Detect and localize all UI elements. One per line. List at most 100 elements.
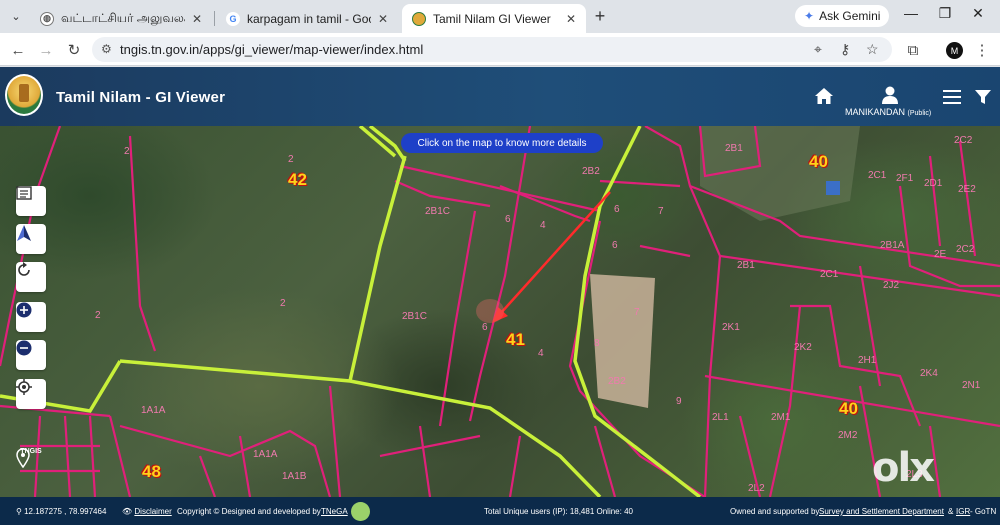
google-icon: G (226, 11, 240, 26)
subdivision-label[interactable]: 7 (658, 206, 664, 217)
tab-title: Tamil Nilam GI Viewer (433, 11, 551, 26)
browser-tab-2[interactable]: G karpagam in tamil - Google Sea ✕ (216, 4, 398, 33)
close-tab-icon[interactable]: ✕ (192, 12, 202, 26)
subdivision-label[interactable]: 2C1 (868, 170, 886, 181)
map-canvas[interactable]: 42 41 40 40 48 2 2 2 2 2B1C 2B1C 6 4 6 4… (0, 126, 1000, 497)
subdivision-label[interactable]: 6 (505, 214, 511, 225)
survey-number-label[interactable]: 48 (142, 462, 161, 482)
subdivision-label[interactable]: 6 (612, 240, 618, 251)
owned-by-text: Owned and supported by (730, 507, 820, 516)
browser-tab-1[interactable]: ◍ வட்டாட்சியர் அலுவலக ஜ ✕ (30, 4, 212, 33)
filter-icon[interactable] (975, 89, 991, 105)
survey-number-label[interactable]: 40 (809, 152, 828, 172)
close-tab-icon[interactable]: ✕ (566, 12, 576, 26)
address-bar[interactable]: ⚙ tngis.tn.gov.in/apps/gi_viewer/map-vie… (92, 37, 892, 62)
user-name-text: MANIKANDAN (845, 107, 906, 117)
user-icon[interactable] (880, 85, 900, 105)
hamburger-menu-icon[interactable] (942, 89, 962, 105)
subdivision-label[interactable]: 2B1 (725, 143, 743, 154)
subdivision-label[interactable]: 2 (124, 146, 130, 157)
url-text[interactable]: tngis.tn.gov.in/apps/gi_viewer/map-viewe… (120, 42, 423, 57)
subdivision-label[interactable]: 2N1 (962, 380, 980, 391)
igr-link[interactable]: IGR (956, 507, 970, 516)
home-icon[interactable] (814, 87, 834, 105)
subdivision-label[interactable]: 6 (482, 322, 488, 333)
subdivision-label[interactable]: 9 (676, 396, 682, 407)
subdivision-label[interactable]: 1A1A (253, 449, 277, 460)
subdivision-label[interactable]: 2E (934, 249, 946, 260)
profile-avatar[interactable]: M (946, 42, 963, 59)
subdivision-label[interactable]: 2K1 (722, 322, 740, 333)
subdivision-label[interactable]: 2C2 (956, 244, 974, 255)
bookmark-star-icon[interactable]: ☆ (866, 41, 879, 58)
subdivision-label[interactable]: 6 (614, 204, 620, 215)
disclaimer-link[interactable]: 👁 Disclaimer (122, 507, 172, 516)
zoom-out-button[interactable] (16, 340, 46, 370)
subdivision-label[interactable]: 2 (95, 310, 101, 321)
subdivision-label[interactable]: 2B2 (582, 166, 600, 177)
browser-tab-3-active[interactable]: Tamil Nilam GI Viewer ✕ (402, 4, 586, 33)
browser-menu-icon[interactable]: ⋮ (972, 40, 992, 60)
minimize-icon[interactable]: — (901, 5, 921, 21)
forward-icon[interactable]: → (36, 40, 56, 60)
subdivision-label[interactable]: 4 (540, 220, 546, 231)
subdivision-label[interactable]: 2F1 (896, 173, 913, 184)
subdivision-label[interactable]: 2D1 (924, 178, 942, 189)
subdivision-label[interactable]: 2L2 (748, 483, 765, 494)
tab-separator (214, 11, 215, 26)
refresh-map-button[interactable] (16, 262, 46, 292)
map-pin-icon (16, 448, 30, 468)
new-tab-button[interactable]: + (590, 6, 610, 27)
subdivision-label[interactable]: 2B1C (425, 206, 450, 217)
survey-dept-link[interactable]: Survey and Settlement Department (819, 507, 944, 516)
ask-gemini-button[interactable]: ✦ Ask Gemini (795, 5, 890, 27)
subdivision-label[interactable]: 4 (538, 348, 544, 359)
locate-icon (16, 379, 32, 395)
tab-search-button[interactable]: ⌄ (6, 6, 26, 26)
subdivision-label[interactable]: 2E2 (958, 184, 976, 195)
location-icon[interactable]: ⌖ (814, 41, 822, 58)
zoom-in-button[interactable] (16, 302, 46, 332)
subdivision-label[interactable]: 2 (288, 154, 294, 165)
subdivision-label[interactable]: 2K2 (794, 342, 812, 353)
subdivision-label[interactable]: 1A1B (282, 471, 306, 482)
back-icon[interactable]: ← (8, 40, 28, 60)
user-name[interactable]: MANIKANDAN (Public) (845, 107, 931, 117)
tn-emblem-logo (5, 74, 43, 116)
subdivision-label[interactable]: 2C1 (820, 269, 838, 280)
subdivision-label[interactable]: 2B1A (880, 240, 904, 251)
subdivision-label[interactable]: 2C2 (954, 135, 972, 146)
survey-number-label[interactable]: 40 (839, 399, 858, 419)
subdivision-label[interactable]: 2M2 (838, 430, 857, 441)
subdivision-label[interactable]: 2B2 (608, 376, 626, 387)
subdivision-label[interactable]: 1A1A (141, 405, 165, 416)
subdivision-label[interactable]: 2M1 (771, 412, 790, 423)
subdivision-label[interactable]: 2K4 (920, 368, 938, 379)
subdivision-label[interactable]: 2L1 (712, 412, 729, 423)
survey-number-label[interactable]: 42 (288, 170, 307, 190)
locate-me-button[interactable] (16, 379, 46, 409)
tab-title: karpagam in tamil - Google Sea (247, 11, 371, 26)
close-tab-icon[interactable]: ✕ (378, 12, 388, 26)
subdivision-label[interactable]: 8 (594, 338, 600, 349)
subdivision-label[interactable]: 2B1 (737, 260, 755, 271)
subdivision-label[interactable]: 2J2 (883, 280, 899, 291)
subdivision-label[interactable]: 2H1 (858, 355, 876, 366)
site-info-icon[interactable]: ⚙ (101, 42, 112, 56)
coordinates-readout: ⚲ 12.187275 , 78.997464 (16, 507, 106, 516)
reload-icon[interactable]: ↻ (64, 40, 84, 60)
tn-emblem-icon (412, 11, 426, 26)
disclaimer-text[interactable]: Disclaimer (134, 507, 171, 516)
key-icon[interactable]: ⚷ (840, 41, 850, 58)
north-arrow-button[interactable] (16, 224, 46, 254)
window-close-icon[interactable]: ✕ (968, 5, 988, 22)
extensions-icon[interactable]: ⧉ (903, 40, 923, 60)
subdivision-label[interactable]: 2B1C (402, 311, 427, 322)
globe-icon: ◍ (40, 11, 54, 26)
subdivision-label[interactable]: 2 (280, 298, 286, 309)
survey-number-label[interactable]: 41 (506, 330, 525, 350)
tnega-link[interactable]: TNeGA (321, 507, 348, 516)
restore-icon[interactable]: ❐ (935, 5, 955, 22)
subdivision-label[interactable]: 7 (634, 307, 640, 318)
layers-list-button[interactable] (16, 186, 46, 216)
